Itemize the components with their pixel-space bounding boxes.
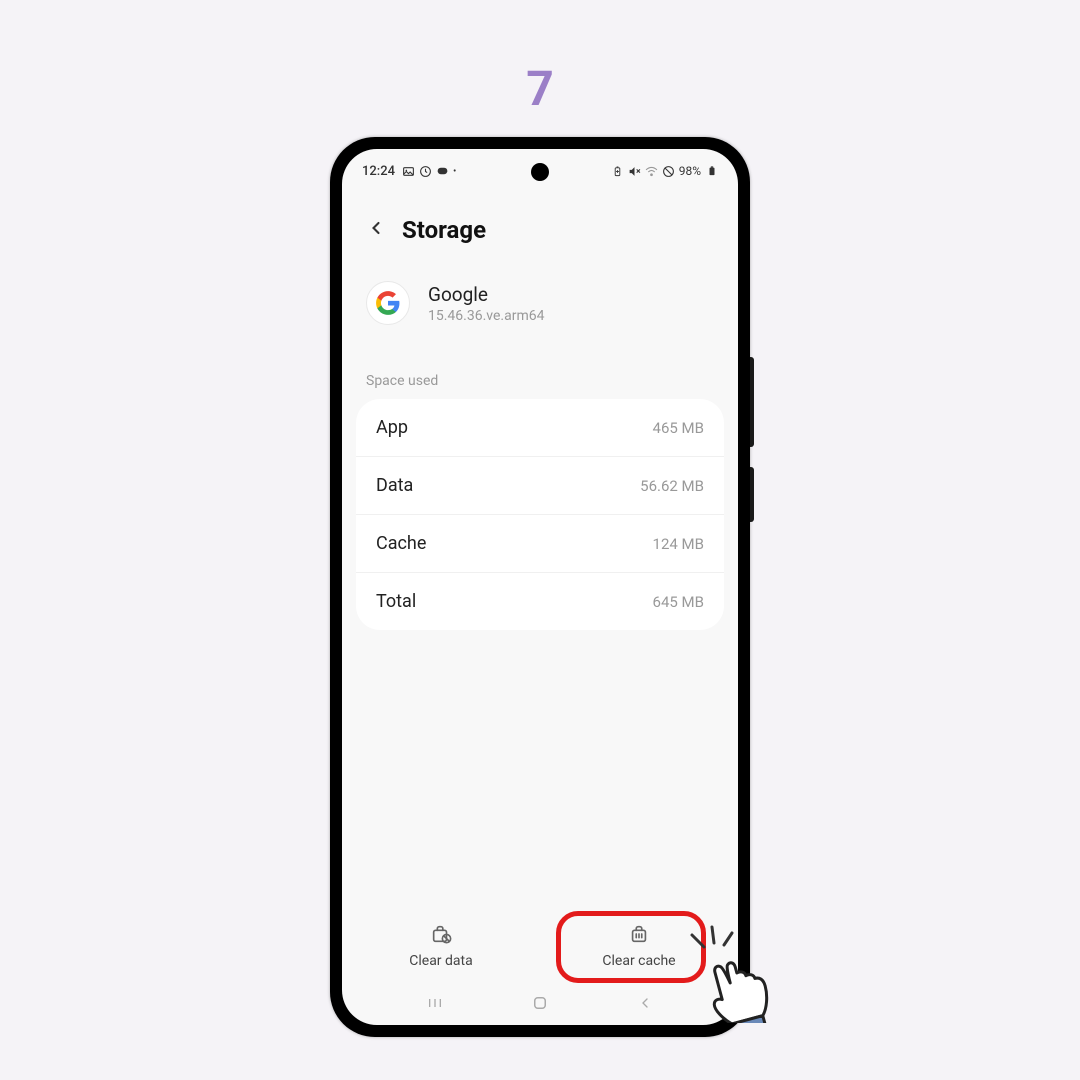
step-number: 7 [526,60,554,117]
trash-data-icon [430,923,452,949]
clear-data-button[interactable]: Clear data [342,917,540,975]
storage-list: App 465 MB Data 56.62 MB Cache 124 MB To… [356,399,724,630]
recents-button[interactable] [415,995,455,1011]
storage-row-app: App 465 MB [356,399,724,457]
wifi-icon [645,165,658,178]
clear-data-label: Clear data [409,953,472,969]
clear-cache-button[interactable]: Clear cache [540,917,738,975]
no-signal-icon [662,165,675,178]
battery-percent: 98% [679,164,701,178]
recents-icon [425,995,445,1011]
app-info: Google 15.46.36.ve.arm64 [342,265,738,349]
storage-row-cache: Cache 124 MB [356,515,724,573]
app-name: Google [428,283,544,306]
bottom-actions: Clear data Clear cache [342,903,738,981]
trash-cache-icon [628,923,650,949]
clear-cache-label: Clear cache [602,953,675,969]
mute-icon [628,165,641,178]
back-nav-icon [637,995,653,1011]
app-version: 15.46.36.ve.arm64 [428,308,544,324]
camera-notch [531,163,549,181]
back-nav-button[interactable] [625,995,665,1011]
row-label: App [376,417,408,438]
row-label: Total [376,591,416,612]
storage-row-data: Data 56.62 MB [356,457,724,515]
status-time: 12:24 [362,164,395,179]
battery-saver-icon [611,165,624,178]
home-icon [531,994,549,1012]
navigation-bar [342,981,738,1025]
image-icon [402,165,415,178]
home-button[interactable] [520,994,560,1012]
row-value: 645 MB [653,593,704,611]
battery-icon [705,165,718,178]
page-header: Storage [342,185,738,265]
page-title: Storage [402,216,486,244]
back-button[interactable] [366,215,386,245]
google-app-icon [366,281,410,325]
message-icon [436,165,449,178]
row-label: Data [376,475,413,496]
sync-icon [419,165,432,178]
status-right: 98% [611,164,718,178]
google-logo-icon [375,290,401,316]
row-value: 56.62 MB [640,477,704,495]
power-button [750,467,754,522]
space-used-label: Space used [342,349,738,399]
row-label: Cache [376,533,426,554]
phone-screen: 12:24 • [342,149,738,1025]
row-value: 465 MB [653,419,704,437]
app-text: Google 15.46.36.ve.arm64 [428,283,544,324]
phone-frame: 12:24 • [330,137,750,1037]
status-left: 12:24 • [362,164,456,179]
storage-row-total: Total 645 MB [356,573,724,630]
more-indicator: • [453,166,456,177]
row-value: 124 MB [653,535,704,553]
volume-button [750,357,754,447]
chevron-left-icon [366,218,386,238]
